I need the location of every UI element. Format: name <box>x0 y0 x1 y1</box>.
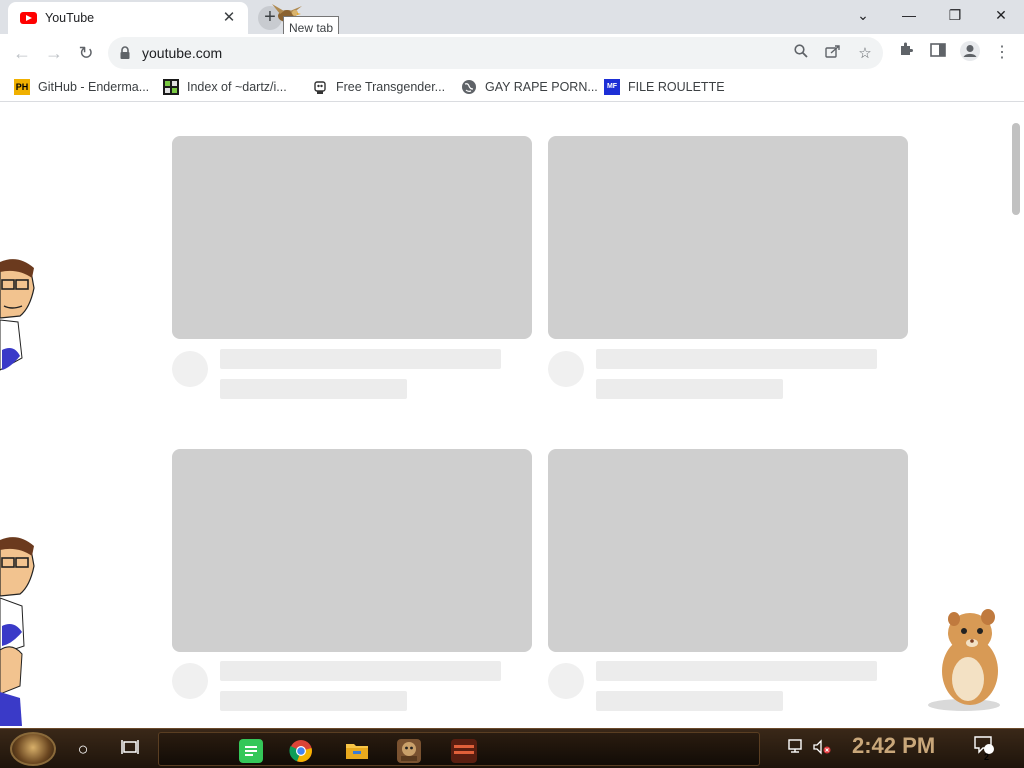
bookmark-label: GitHub - Enderma... <box>38 80 150 94</box>
bookmarks-bar: PH GitHub - Enderma... Index of ~dartz/i… <box>0 72 1024 102</box>
bookmark-star-icon[interactable]: ☆ <box>854 43 876 65</box>
address-url: youtube.com <box>142 45 223 61</box>
tab-close-button[interactable]: ✕ <box>220 9 238 27</box>
folder-icon[interactable] <box>345 739 369 763</box>
task-view-icon[interactable] <box>116 735 144 763</box>
channel-avatar-placeholder <box>172 351 208 387</box>
hamster-icon <box>928 609 1000 711</box>
meta-placeholder <box>220 379 407 399</box>
tab-strip: YouTube ✕ + New tab ⌄ — ❐ ✕ <box>0 0 1024 40</box>
close-window-button[interactable]: ✕ <box>978 0 1024 30</box>
chrome-icon[interactable] <box>289 739 313 763</box>
network-icon[interactable] <box>782 735 810 763</box>
share-icon[interactable] <box>822 43 844 65</box>
video-thumbnail-placeholder[interactable] <box>172 136 532 339</box>
tab-search-button[interactable]: ⌄ <box>840 0 886 30</box>
title-placeholder <box>220 349 501 369</box>
youtube-icon <box>20 12 37 24</box>
bonzi-icon[interactable] <box>397 739 421 763</box>
notifications-icon[interactable]: 2 <box>970 735 998 763</box>
minimize-button[interactable]: — <box>886 0 932 30</box>
cartoon-character-icon <box>0 259 35 371</box>
menu-icon[interactable]: ⋮ <box>989 40 1015 66</box>
video-thumbnail-placeholder[interactable] <box>548 449 908 652</box>
tab-title: YouTube <box>45 11 95 25</box>
bookmark-label: FILE ROULETTE <box>628 80 725 94</box>
taskbar-clock[interactable]: 2:42 PM <box>852 733 935 759</box>
channel-avatar-placeholder <box>172 663 208 699</box>
page-scrollbar[interactable] <box>1012 123 1020 215</box>
cartoon-character-icon <box>0 537 35 726</box>
taskbar-apps <box>158 732 760 766</box>
notification-count: 2 <box>984 752 990 762</box>
bookmark-index[interactable]: Index of ~dartz/i... <box>163 77 287 97</box>
robot-icon <box>312 79 328 95</box>
meta-placeholder <box>220 691 407 711</box>
lock-icon <box>120 46 130 59</box>
tab-youtube[interactable]: YouTube ✕ <box>8 2 248 34</box>
meta-placeholder <box>596 379 783 399</box>
ph-icon: PH <box>14 79 30 95</box>
title-placeholder <box>596 661 877 681</box>
video-thumbnail-placeholder[interactable] <box>172 449 532 652</box>
profile-icon[interactable] <box>957 40 983 66</box>
notes-icon[interactable] <box>239 739 263 763</box>
game-icon[interactable] <box>451 739 477 763</box>
globe-icon <box>461 79 477 95</box>
back-button[interactable]: ← <box>7 38 37 68</box>
extensions-icon[interactable] <box>893 40 919 66</box>
bookmark-label: Index of ~dartz/i... <box>187 80 287 94</box>
bookmark-label: GAY RAPE PORN... <box>485 80 598 94</box>
browser-toolbar: ← → ↻ youtube.com ☆ ⋮ <box>0 34 1024 72</box>
address-bar[interactable]: youtube.com ☆ <box>108 37 883 69</box>
search-circle-icon[interactable]: ○ <box>69 735 97 763</box>
channel-avatar-placeholder <box>548 351 584 387</box>
bookmark-github[interactable]: PH GitHub - Enderma... <box>14 77 149 97</box>
bookmark-free[interactable]: Free Transgender... <box>312 77 445 97</box>
title-placeholder <box>596 349 877 369</box>
video-thumbnail-placeholder[interactable] <box>548 136 908 339</box>
forward-button[interactable]: → <box>39 38 69 68</box>
reload-button[interactable]: ↻ <box>71 38 101 68</box>
bookmark-gay[interactable]: GAY RAPE PORN... <box>461 77 598 97</box>
restore-button[interactable]: ❐ <box>932 0 978 30</box>
side-panel-icon[interactable] <box>925 40 951 66</box>
bookmark-file-roulette[interactable]: MF FILE ROULETTE <box>604 77 725 97</box>
title-placeholder <box>220 661 501 681</box>
mf-icon: MF <box>604 79 620 95</box>
grid-icon <box>163 79 179 95</box>
meta-placeholder <box>596 691 783 711</box>
bookmark-label: Free Transgender... <box>336 80 446 94</box>
youtube-page <box>0 103 1024 728</box>
volume-muted-icon[interactable] <box>808 735 836 763</box>
channel-avatar-placeholder <box>548 663 584 699</box>
search-icon[interactable] <box>790 43 812 65</box>
start-button[interactable] <box>10 732 56 766</box>
desktop: YouTube ✕ + New tab ⌄ — ❐ ✕ ← → ↻ youtub… <box>0 0 1024 768</box>
